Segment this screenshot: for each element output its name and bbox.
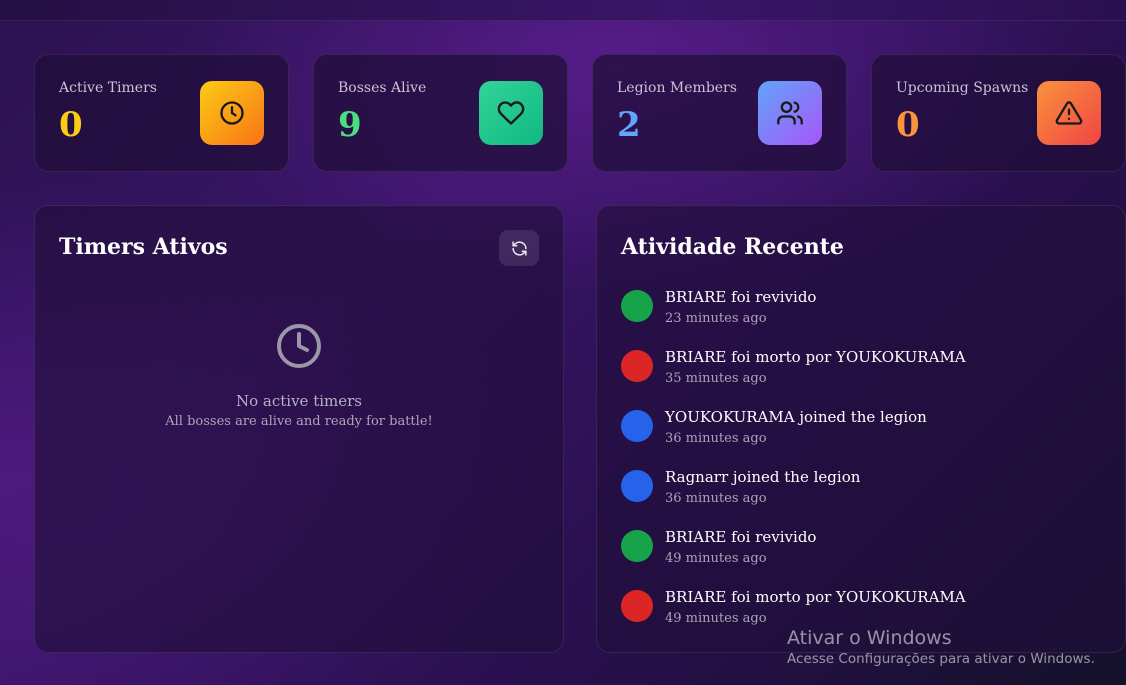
alert-triangle-icon-tile	[1037, 81, 1101, 145]
activity-status-dot	[621, 290, 653, 322]
clock-icon	[277, 324, 321, 368]
panel-title: Timers Ativos	[59, 234, 228, 260]
activity-status-dot	[621, 410, 653, 442]
activity-item: Ragnarr joined the legion 36 minutes ago	[621, 468, 1105, 528]
clock-icon	[220, 101, 244, 125]
activity-status-dot	[621, 530, 653, 562]
panel-title: Atividade Recente	[621, 234, 844, 260]
watermark-subtitle: Acesse Configurações para ativar o Windo…	[787, 651, 1095, 667]
stat-label: Active Timers	[59, 80, 157, 96]
stat-value: 9	[338, 105, 362, 145]
activity-text: YOUKOKURAMA joined the legion	[665, 408, 927, 426]
activity-item: BRIARE foi revivido 23 minutes ago	[621, 288, 1105, 348]
activity-panel: Atividade Recente BRIARE foi revivido 23…	[596, 205, 1126, 653]
stat-card-bosses-alive: Bosses Alive 9	[313, 54, 568, 172]
activity-text: BRIARE foi morto por YOUKOKURAMA	[665, 348, 966, 366]
activity-status-dot	[621, 350, 653, 382]
timers-panel: Timers Ativos No active timers All bosse…	[34, 205, 564, 653]
windows-activation-watermark: Ativar o Windows Acesse Configurações pa…	[787, 627, 1095, 667]
stat-value: 2	[617, 105, 641, 145]
users-icon-tile	[758, 81, 822, 145]
stat-label: Upcoming Spawns	[896, 80, 1029, 96]
empty-state-subtitle: All bosses are alive and ready for battl…	[165, 414, 433, 429]
activity-text: BRIARE foi revivido	[665, 288, 817, 306]
activity-time: 23 minutes ago	[665, 311, 767, 326]
stat-value: 0	[59, 105, 83, 145]
heart-icon	[497, 101, 525, 125]
refresh-button[interactable]	[499, 230, 539, 266]
watermark-title: Ativar o Windows	[787, 627, 952, 649]
activity-time: 36 minutes ago	[665, 431, 767, 446]
activity-status-dot	[621, 470, 653, 502]
activity-time: 36 minutes ago	[665, 491, 767, 506]
top-bar	[0, 0, 1126, 21]
activity-item: BRIARE foi revivido 49 minutes ago	[621, 528, 1105, 588]
activity-status-dot	[621, 590, 653, 622]
refresh-icon	[511, 240, 527, 256]
activity-item: BRIARE foi morto por YOUKOKURAMA 35 minu…	[621, 348, 1105, 408]
activity-text: BRIARE foi revivido	[665, 528, 817, 546]
activity-time: 49 minutes ago	[665, 551, 767, 566]
activity-text: Ragnarr joined the legion	[665, 468, 861, 486]
stat-card-active-timers: Active Timers 0	[34, 54, 289, 172]
activity-list: BRIARE foi revivido 23 minutes ago BRIAR…	[621, 288, 1105, 648]
stat-value: 0	[896, 105, 920, 145]
activity-item: YOUKOKURAMA joined the legion 36 minutes…	[621, 408, 1105, 468]
activity-time: 49 minutes ago	[665, 611, 767, 626]
stat-card-upcoming-spawns: Upcoming Spawns 0	[871, 54, 1126, 172]
clock-icon-tile	[200, 81, 264, 145]
heart-icon-tile	[479, 81, 543, 145]
users-icon	[777, 101, 803, 125]
stat-label: Legion Members	[617, 80, 737, 96]
activity-text: BRIARE foi morto por YOUKOKURAMA	[665, 588, 966, 606]
stat-label: Bosses Alive	[338, 80, 427, 96]
alert-triangle-icon	[1055, 101, 1083, 125]
empty-state-title: No active timers	[235, 392, 362, 410]
empty-state: No active timers All bosses are alive an…	[35, 322, 563, 429]
activity-time: 35 minutes ago	[665, 371, 767, 386]
stat-card-legion-members: Legion Members 2	[592, 54, 847, 172]
